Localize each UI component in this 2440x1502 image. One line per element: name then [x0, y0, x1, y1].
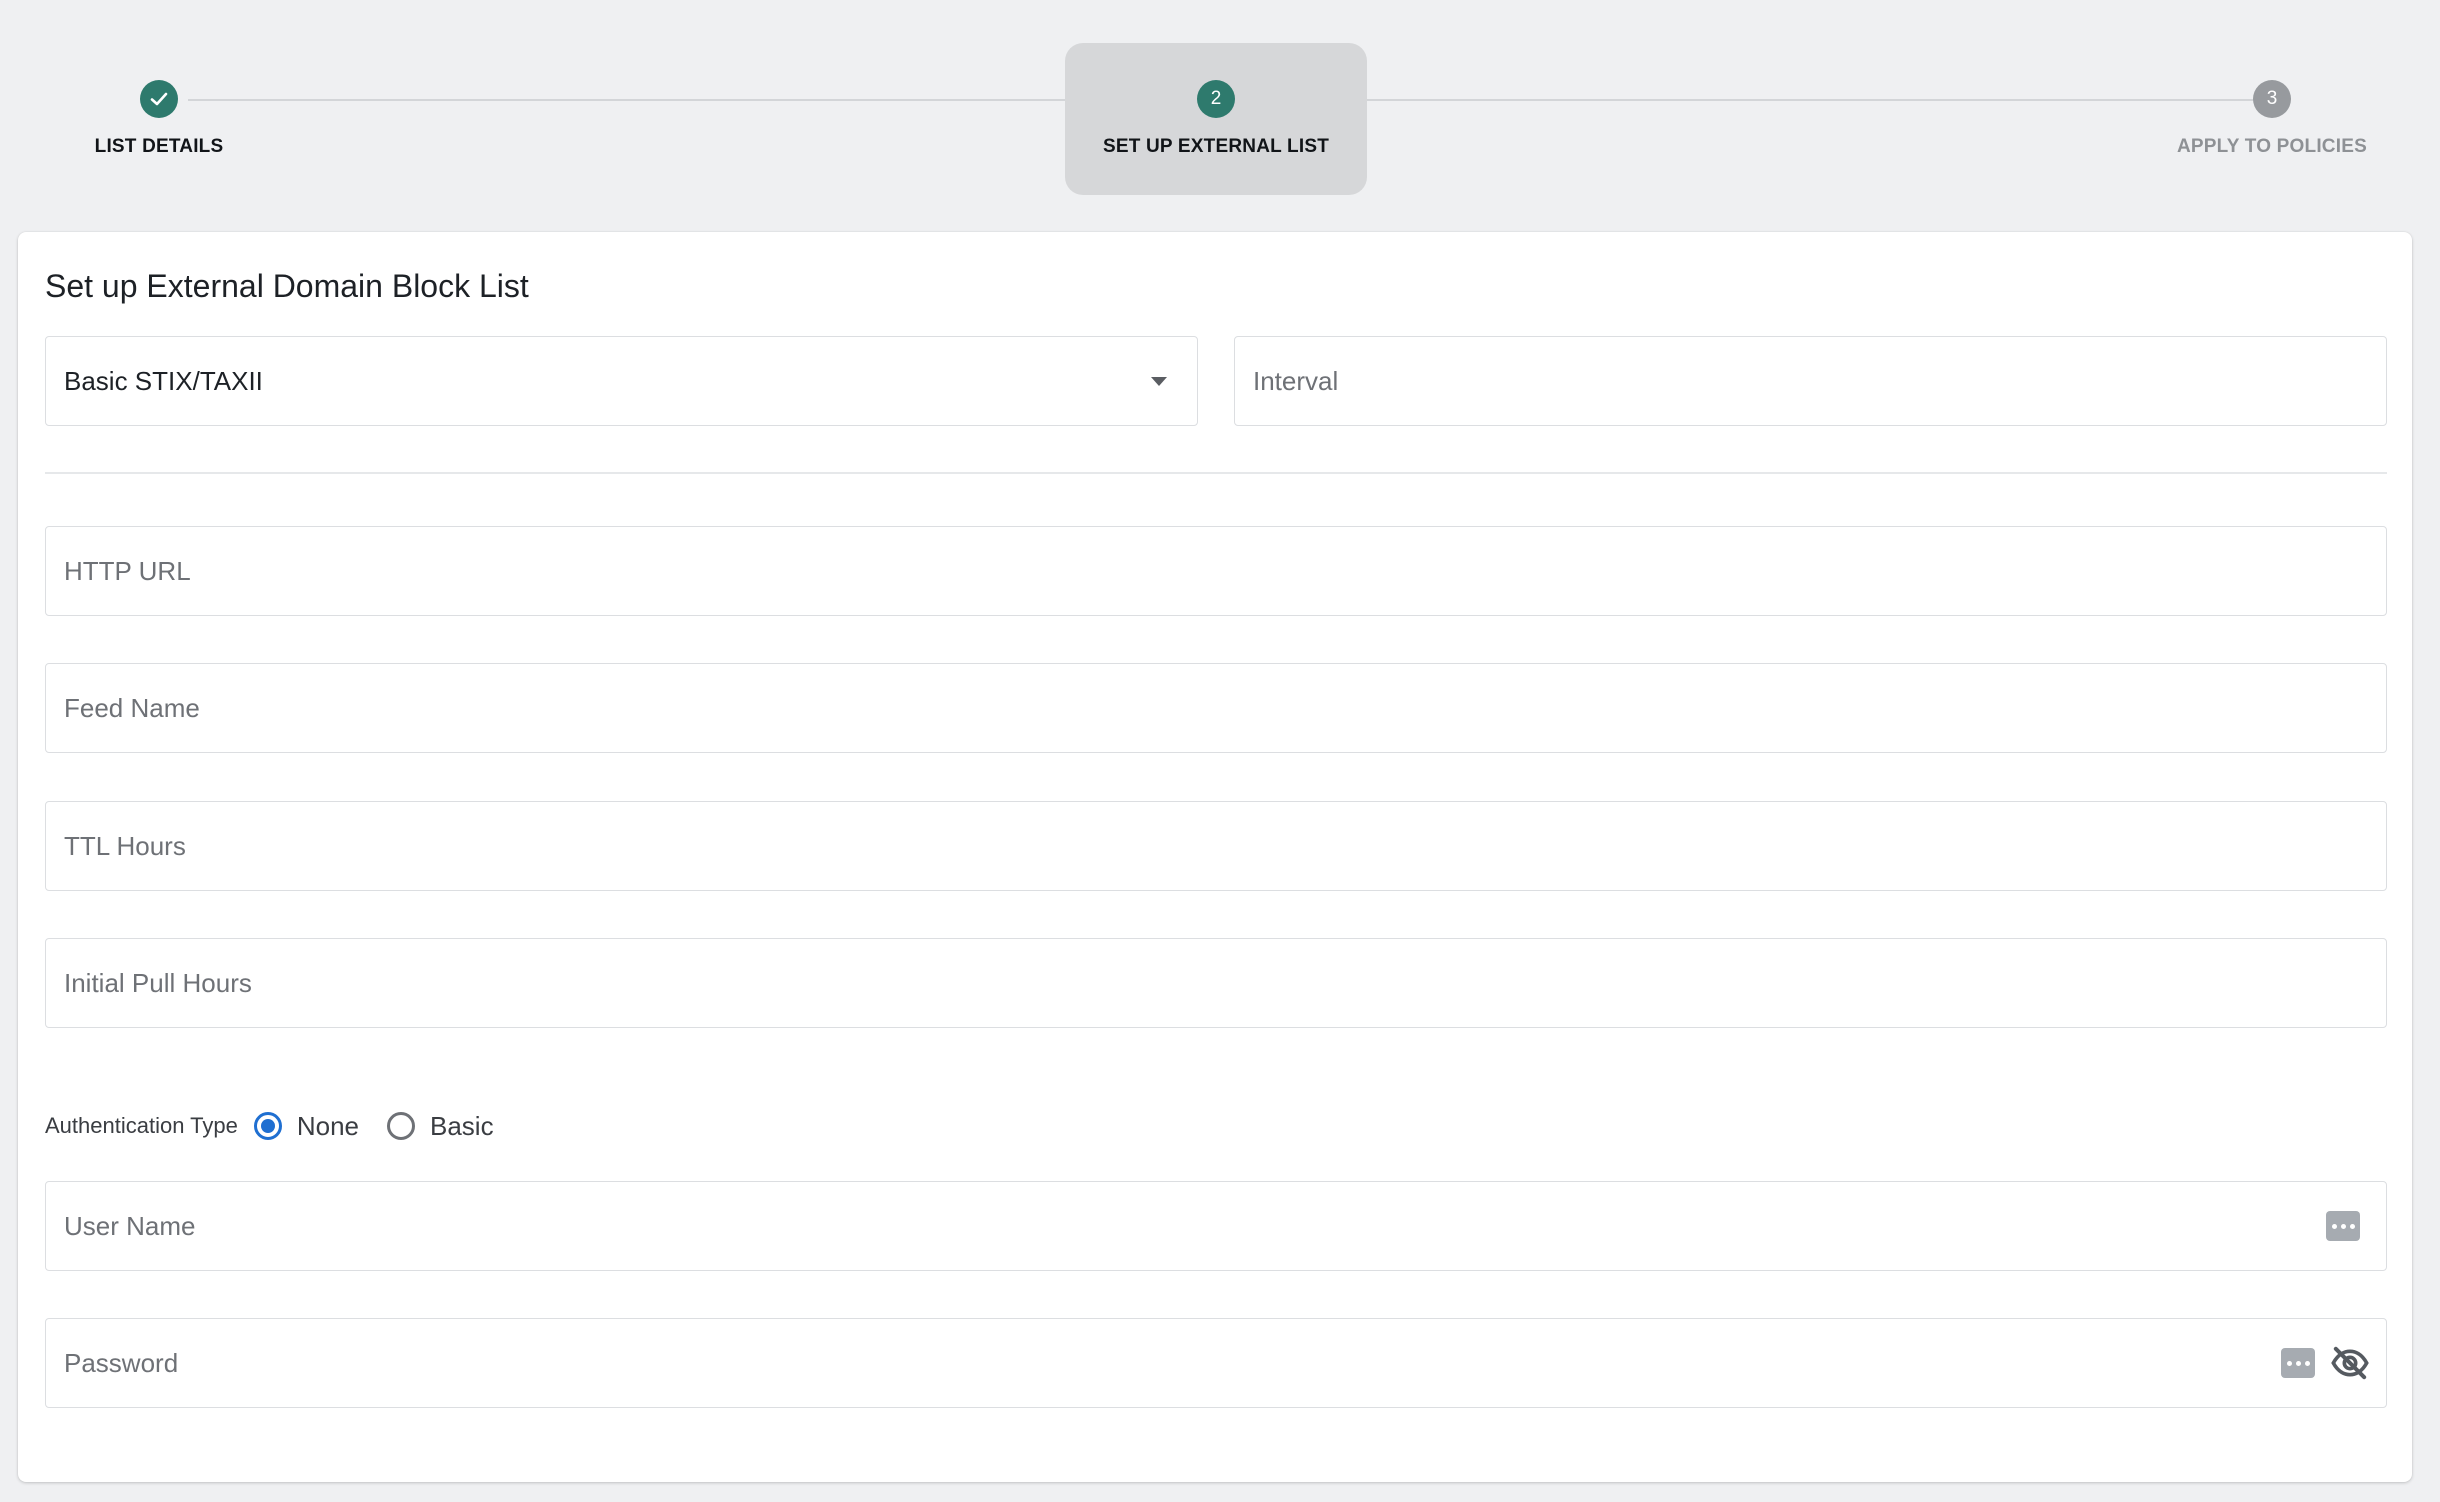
ttl-hours-input[interactable] [64, 802, 2354, 890]
step-set-up-external-list[interactable]: 2 SET UP EXTERNAL LIST [1056, 80, 1376, 158]
radio-label: Basic [430, 1110, 494, 1141]
auth-none-radio[interactable]: None [253, 1110, 359, 1142]
password-field [45, 1318, 2387, 1408]
feed-type-select[interactable]: Basic STIX/TAXII [45, 336, 1198, 426]
page-title: Set up External Domain Block List [45, 268, 529, 304]
setup-form-card: Set up External Domain Block List Basic … [18, 232, 2412, 1482]
step-label: LIST DETAILS [94, 136, 224, 157]
initial-pull-hours-field [45, 938, 2387, 1028]
user-name-field [45, 1181, 2387, 1271]
caret-down-icon [1151, 377, 1167, 386]
interval-field [1234, 336, 2387, 426]
feed-type-value: Basic STIX/TAXII [64, 366, 263, 396]
http-url-field [45, 526, 2387, 616]
authentication-type-group: Authentication Type None Basic [45, 1106, 522, 1146]
step-connector-1 [188, 99, 1193, 101]
step-label: SET UP EXTERNAL LIST [1102, 136, 1330, 157]
eye-off-icon[interactable] [2330, 1343, 2370, 1383]
user-name-input[interactable] [64, 1182, 2284, 1270]
feed-name-input[interactable] [64, 664, 2354, 752]
step-number-badge: 2 [1197, 80, 1235, 118]
check-icon [140, 80, 178, 118]
password-manager-icon[interactable] [2326, 1211, 2360, 1241]
auth-basic-radio[interactable]: Basic [387, 1111, 494, 1142]
radio-checked-icon [253, 1112, 282, 1140]
radio-unchecked-icon [387, 1112, 415, 1140]
stepper: LIST DETAILS 2 SET UP EXTERNAL LIST 3 AP… [0, 0, 2440, 210]
step-list-details[interactable]: LIST DETAILS [0, 80, 319, 158]
http-url-input[interactable] [64, 527, 2354, 615]
step-connector-2 [1254, 99, 2254, 101]
authentication-type-label: Authentication Type [45, 1113, 238, 1138]
initial-pull-hours-input[interactable] [64, 939, 2354, 1027]
step-number-badge: 3 [2253, 80, 2291, 118]
step-apply-to-policies[interactable]: 3 APPLY TO POLICIES [2112, 80, 2432, 158]
section-divider [45, 472, 2387, 474]
interval-input[interactable] [1253, 337, 2353, 425]
ttl-hours-field [45, 801, 2387, 891]
password-input[interactable] [64, 1319, 2244, 1407]
password-manager-icon[interactable] [2281, 1348, 2315, 1378]
feed-name-field [45, 663, 2387, 753]
radio-label: None [296, 1110, 359, 1141]
step-label: APPLY TO POLICIES [2177, 136, 2367, 157]
